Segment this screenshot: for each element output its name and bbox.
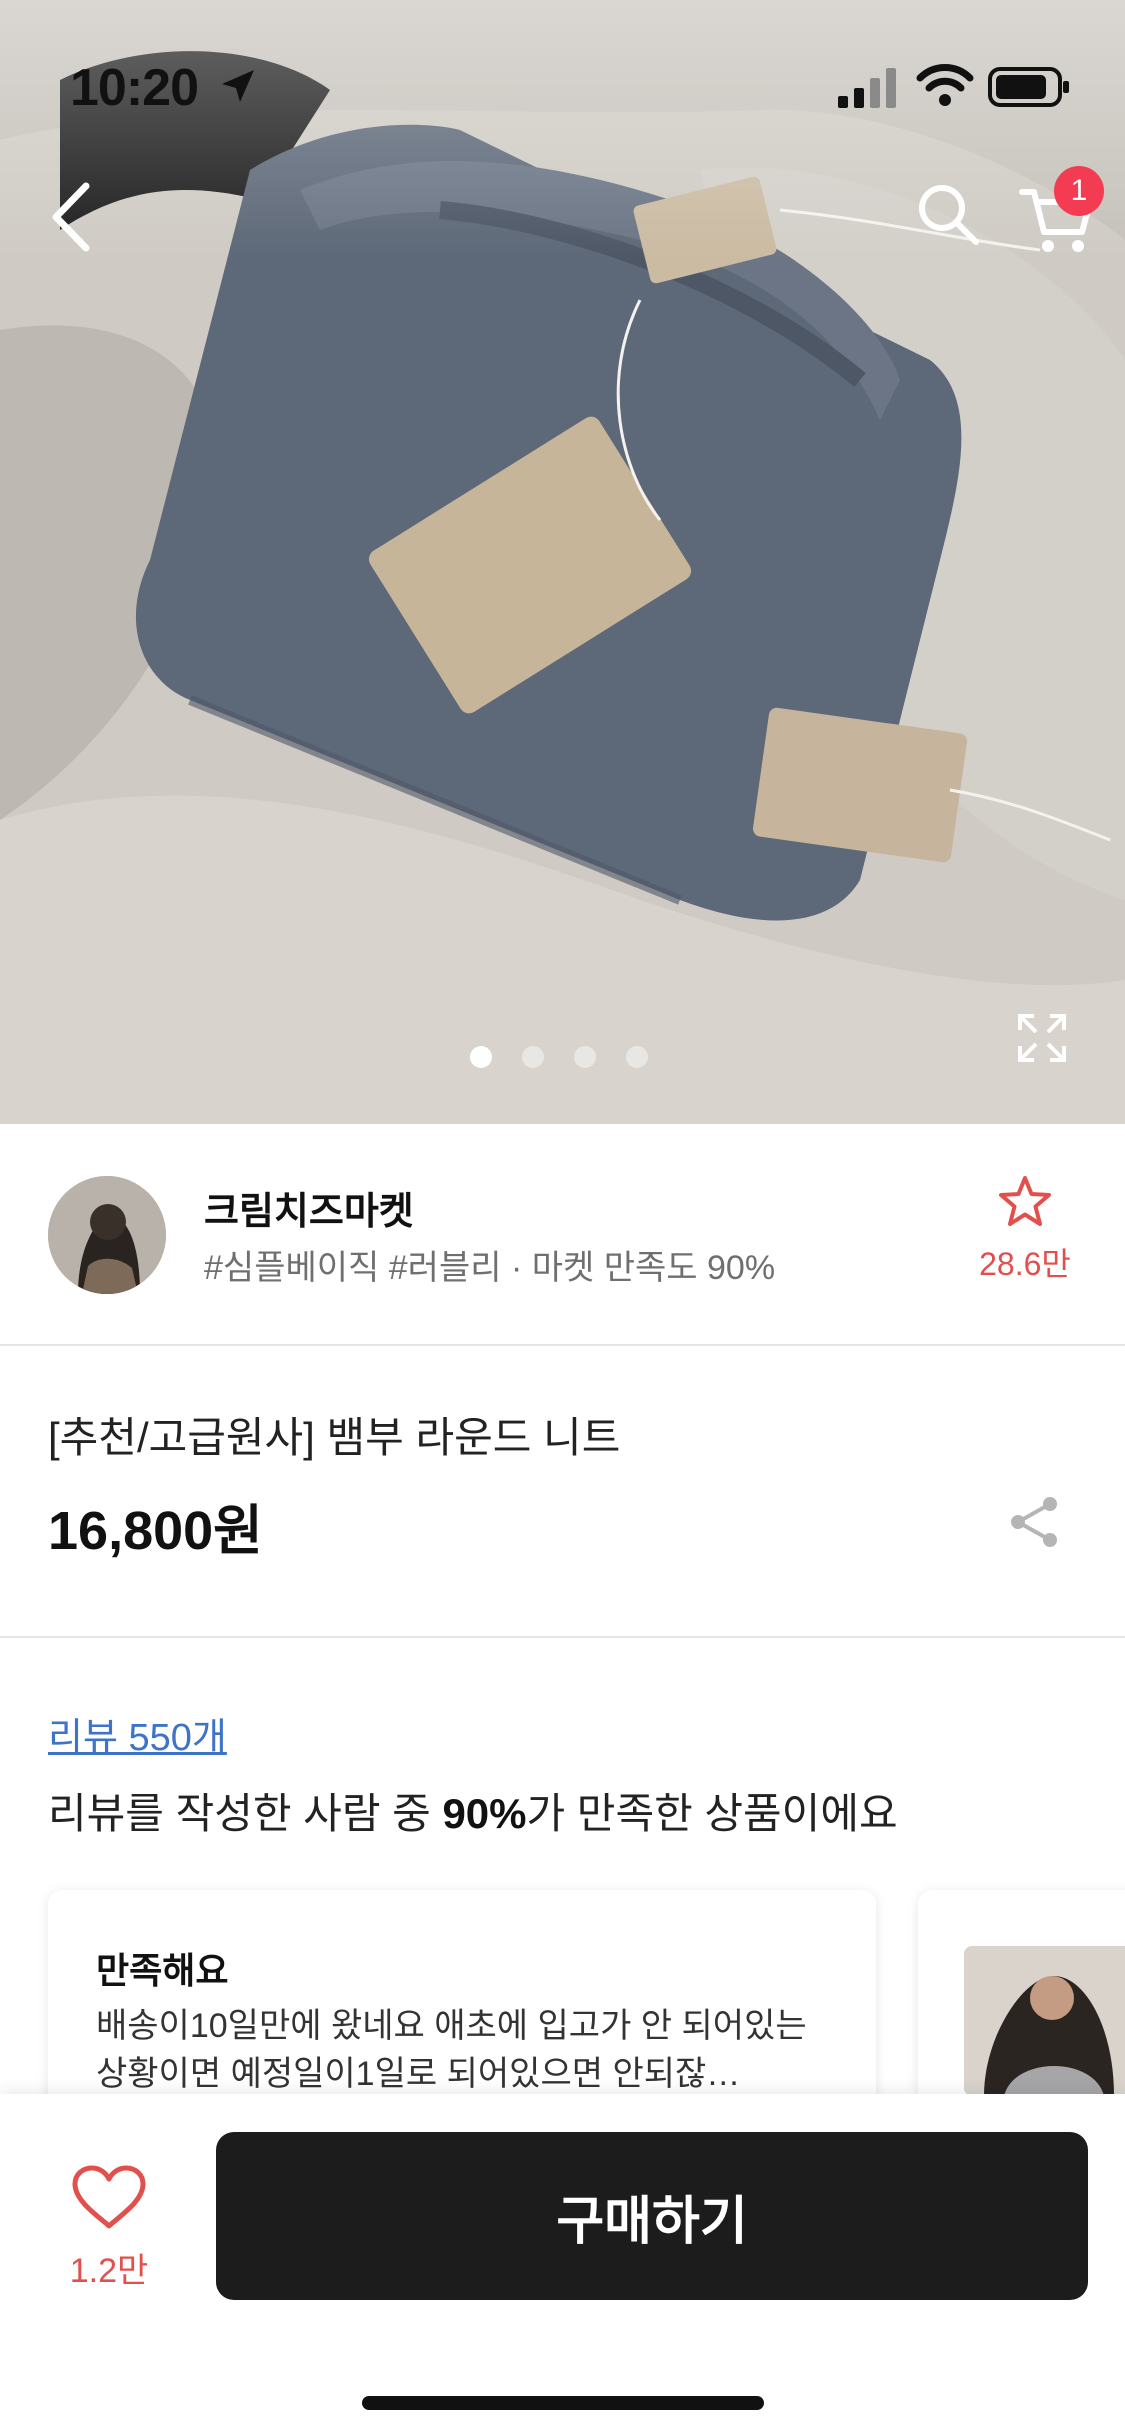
signal-icon <box>838 68 896 108</box>
product-price: 16,800원 <box>48 1501 263 1561</box>
gallery-page-indicator <box>470 1046 648 1070</box>
gallery-dot[interactable] <box>470 1046 492 1068</box>
favorite-count: 28.6만 <box>979 1246 1071 1282</box>
reviews-link[interactable]: 리뷰 550개 <box>48 1706 227 1761</box>
like-button[interactable]: 1.2만 <box>54 2164 164 2294</box>
seller-tags: #심플베이직 #러블리 · 마켓 만족도 90% <box>204 1249 776 1287</box>
status-bar: 10:20 <box>0 0 1125 140</box>
status-time: 10:20 <box>70 59 199 117</box>
gallery-dot[interactable] <box>626 1046 648 1068</box>
chevron-left-icon[interactable] <box>46 180 96 254</box>
review-card-text: 배송이10일만에 왔네요 애초에 입고가 안 되어있는 상황이면 예정일이1일로… <box>96 2007 807 2093</box>
gallery-dot[interactable] <box>522 1046 544 1068</box>
review-card-title: 만족해요 <box>96 1950 229 1991</box>
star-outline-icon <box>999 1176 1051 1226</box>
product-info: [추천/고급원사] 뱀부 라운드 니트 16,800원 <box>0 1346 1125 1638</box>
reviews-section: 리뷰 550개 리뷰를 작성한 사람 중 90%가 만족한 상품이에요 만족해요… <box>0 1636 1125 2190</box>
product-photo <box>0 0 1125 1124</box>
seller-avatar[interactable] <box>48 1176 166 1294</box>
product-image-gallery[interactable]: 10:20 1 <box>0 0 1125 1124</box>
seller-name[interactable]: 크림치즈마켓 <box>204 1180 414 1235</box>
avatar-image <box>48 1176 166 1294</box>
summary-prefix: 리뷰를 작성한 사람 중 <box>48 1790 443 1837</box>
favorite-store-button[interactable]: 28.6만 <box>960 1174 1090 1284</box>
home-indicator <box>362 2396 764 2410</box>
heart-outline-icon <box>72 2165 146 2229</box>
product-title: [추천/고급원사] 뱀부 라운드 니트 <box>48 1414 621 1461</box>
wifi-icon <box>916 64 974 106</box>
battery-icon <box>988 67 1069 107</box>
seller-section[interactable]: 크림치즈마켓 #심플베이직 #러블리 · 마켓 만족도 90% 28.6만 <box>0 1124 1125 1346</box>
cart-badge: 1 <box>1054 166 1104 216</box>
gallery-dot[interactable] <box>574 1046 596 1068</box>
bottom-action-bar: 1.2만 구매하기 <box>0 2094 1125 2436</box>
review-summary: 리뷰를 작성한 사람 중 90%가 만족한 상품이에요 <box>48 1780 898 1841</box>
location-arrow-icon <box>222 70 254 102</box>
review-photo <box>964 1946 1125 2096</box>
like-count: 1.2만 <box>69 2252 149 2290</box>
share-icon[interactable] <box>1006 1494 1062 1550</box>
summary-suffix: 가 만족한 상품이에요 <box>526 1790 898 1837</box>
buy-button[interactable]: 구매하기 <box>216 2132 1088 2300</box>
summary-percent: 90% <box>442 1790 527 1837</box>
search-icon[interactable] <box>914 180 982 248</box>
expand-icon[interactable] <box>1016 1012 1068 1064</box>
